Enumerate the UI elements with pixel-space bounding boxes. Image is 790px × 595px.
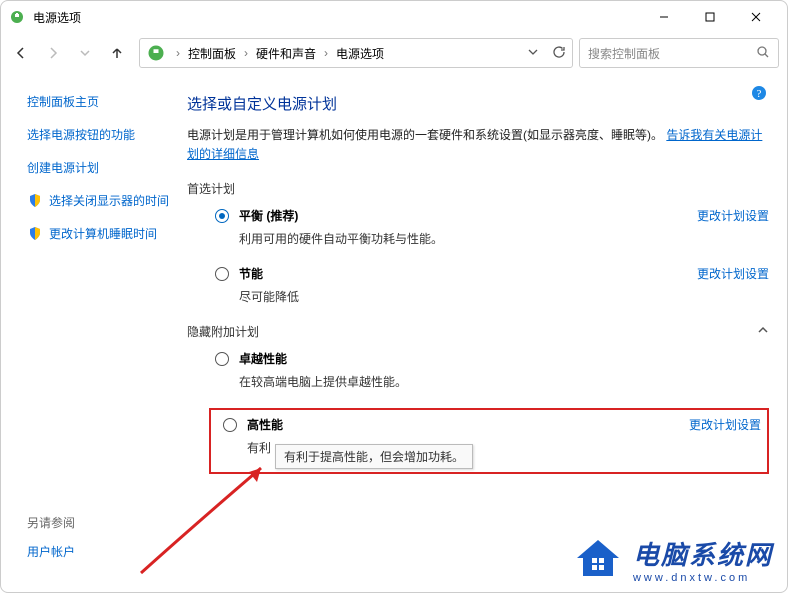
chevron-right-icon[interactable]: › bbox=[238, 46, 254, 60]
chevron-right-icon[interactable]: › bbox=[318, 46, 334, 60]
plan-saver: 节能 更改计划设置 尽可能降低 bbox=[215, 265, 769, 305]
sidebar-item-display-off-time[interactable]: 选择关闭显示器的时间 bbox=[49, 192, 169, 209]
edit-plan-saver[interactable]: 更改计划设置 bbox=[697, 265, 769, 282]
nav-back-button[interactable] bbox=[5, 39, 37, 67]
watermark-house-icon bbox=[573, 534, 623, 584]
shield-icon bbox=[27, 193, 43, 209]
see-also: 另请参阅 用户帐户 bbox=[27, 514, 75, 576]
minimize-button[interactable] bbox=[641, 1, 687, 33]
radio-ultimate[interactable] bbox=[215, 352, 229, 366]
radio-high[interactable] bbox=[223, 418, 237, 432]
radio-saver[interactable] bbox=[215, 267, 229, 281]
tooltip-high-perf: 有利于提高性能，但会增加功耗。 bbox=[275, 444, 473, 469]
chevron-right-icon[interactable]: › bbox=[170, 46, 186, 60]
sidebar-item-create-plan[interactable]: 创建电源计划 bbox=[27, 159, 175, 176]
nav-history-button[interactable] bbox=[69, 39, 101, 67]
navbar: › 控制面板 › 硬件和声音 › 电源选项 搜索控制面板 bbox=[1, 33, 787, 73]
window-frame: 电源选项 › 控制面板 › 硬件和声音 › 电源选项 bbox=[0, 0, 788, 593]
plan-saver-desc: 尽可能降低 bbox=[239, 288, 769, 305]
breadcrumb-control-panel[interactable]: 控制面板 bbox=[186, 45, 238, 62]
collapse-icon[interactable] bbox=[757, 324, 769, 339]
search-placeholder: 搜索控制面板 bbox=[588, 45, 756, 62]
radio-balanced[interactable] bbox=[215, 209, 229, 223]
refresh-icon[interactable] bbox=[552, 45, 566, 62]
sidebar-item-sleep-time[interactable]: 更改计算机睡眠时间 bbox=[49, 225, 157, 242]
plan-balanced: 平衡 (推荐) 更改计划设置 利用可用的硬件自动平衡功耗与性能。 bbox=[215, 207, 769, 247]
watermark-title: 电脑系统网 bbox=[633, 535, 773, 572]
nav-forward-button[interactable] bbox=[37, 39, 69, 67]
svg-text:?: ? bbox=[757, 88, 762, 100]
shield-icon bbox=[27, 226, 43, 242]
plan-high-name: 高性能 bbox=[247, 416, 283, 433]
highlighted-plan-box: 高性能 更改计划设置 有利 有利于提高性能，但会增加功耗。 bbox=[209, 408, 769, 474]
search-icon[interactable] bbox=[756, 45, 770, 62]
power-options-icon bbox=[9, 9, 25, 25]
plan-ultimate-desc: 在较高端电脑上提供卓越性能。 bbox=[239, 373, 769, 390]
plan-balanced-desc: 利用可用的硬件自动平衡功耗与性能。 bbox=[239, 230, 769, 247]
window-title: 电源选项 bbox=[33, 9, 641, 26]
breadcrumb-hardware-sound[interactable]: 硬件和声音 bbox=[254, 45, 318, 62]
sidebar: 控制面板主页 选择电源按钮的功能 创建电源计划 选择关闭显示器的时间 更改计算机… bbox=[7, 81, 183, 588]
see-also-label: 另请参阅 bbox=[27, 514, 75, 531]
main-content: ? 选择或自定义电源计划 电源计划是用于管理计算机如何使用电源的一套硬件和系统设… bbox=[183, 81, 775, 588]
edit-plan-balanced[interactable]: 更改计划设置 bbox=[697, 207, 769, 224]
see-also-user-accounts[interactable]: 用户帐户 bbox=[27, 543, 75, 560]
plan-ultimate: 卓越性能 在较高端电脑上提供卓越性能。 bbox=[215, 350, 769, 390]
edit-plan-high[interactable]: 更改计划设置 bbox=[689, 416, 761, 433]
breadcrumb-power-options[interactable]: 电源选项 bbox=[334, 45, 386, 62]
page-title: 选择或自定义电源计划 bbox=[187, 93, 769, 114]
page-description: 电源计划是用于管理计算机如何使用电源的一套硬件和系统设置(如显示器亮度、睡眠等)… bbox=[187, 126, 769, 164]
close-button[interactable] bbox=[733, 1, 779, 33]
hidden-plans-label: 隐藏附加计划 bbox=[187, 323, 259, 340]
plan-saver-name: 节能 bbox=[239, 265, 263, 282]
titlebar: 电源选项 bbox=[1, 1, 787, 33]
search-input[interactable]: 搜索控制面板 bbox=[579, 38, 779, 68]
preferred-plans-label: 首选计划 bbox=[187, 180, 769, 197]
help-icon[interactable]: ? bbox=[751, 85, 767, 101]
watermark-subtitle: www.dnxtw.com bbox=[633, 572, 750, 584]
addressbar[interactable]: › 控制面板 › 硬件和声音 › 电源选项 bbox=[139, 38, 573, 68]
plan-balanced-name: 平衡 (推荐) bbox=[239, 207, 298, 224]
addressbar-dropdown-icon[interactable] bbox=[528, 46, 538, 60]
sidebar-control-panel-home[interactable]: 控制面板主页 bbox=[27, 93, 175, 110]
nav-up-button[interactable] bbox=[101, 39, 133, 67]
watermark: 电脑系统网 www.dnxtw.com bbox=[573, 534, 773, 584]
sidebar-item-choose-button-action[interactable]: 选择电源按钮的功能 bbox=[27, 126, 175, 143]
plan-ultimate-name: 卓越性能 bbox=[239, 350, 287, 367]
maximize-button[interactable] bbox=[687, 1, 733, 33]
power-options-icon bbox=[146, 43, 166, 63]
